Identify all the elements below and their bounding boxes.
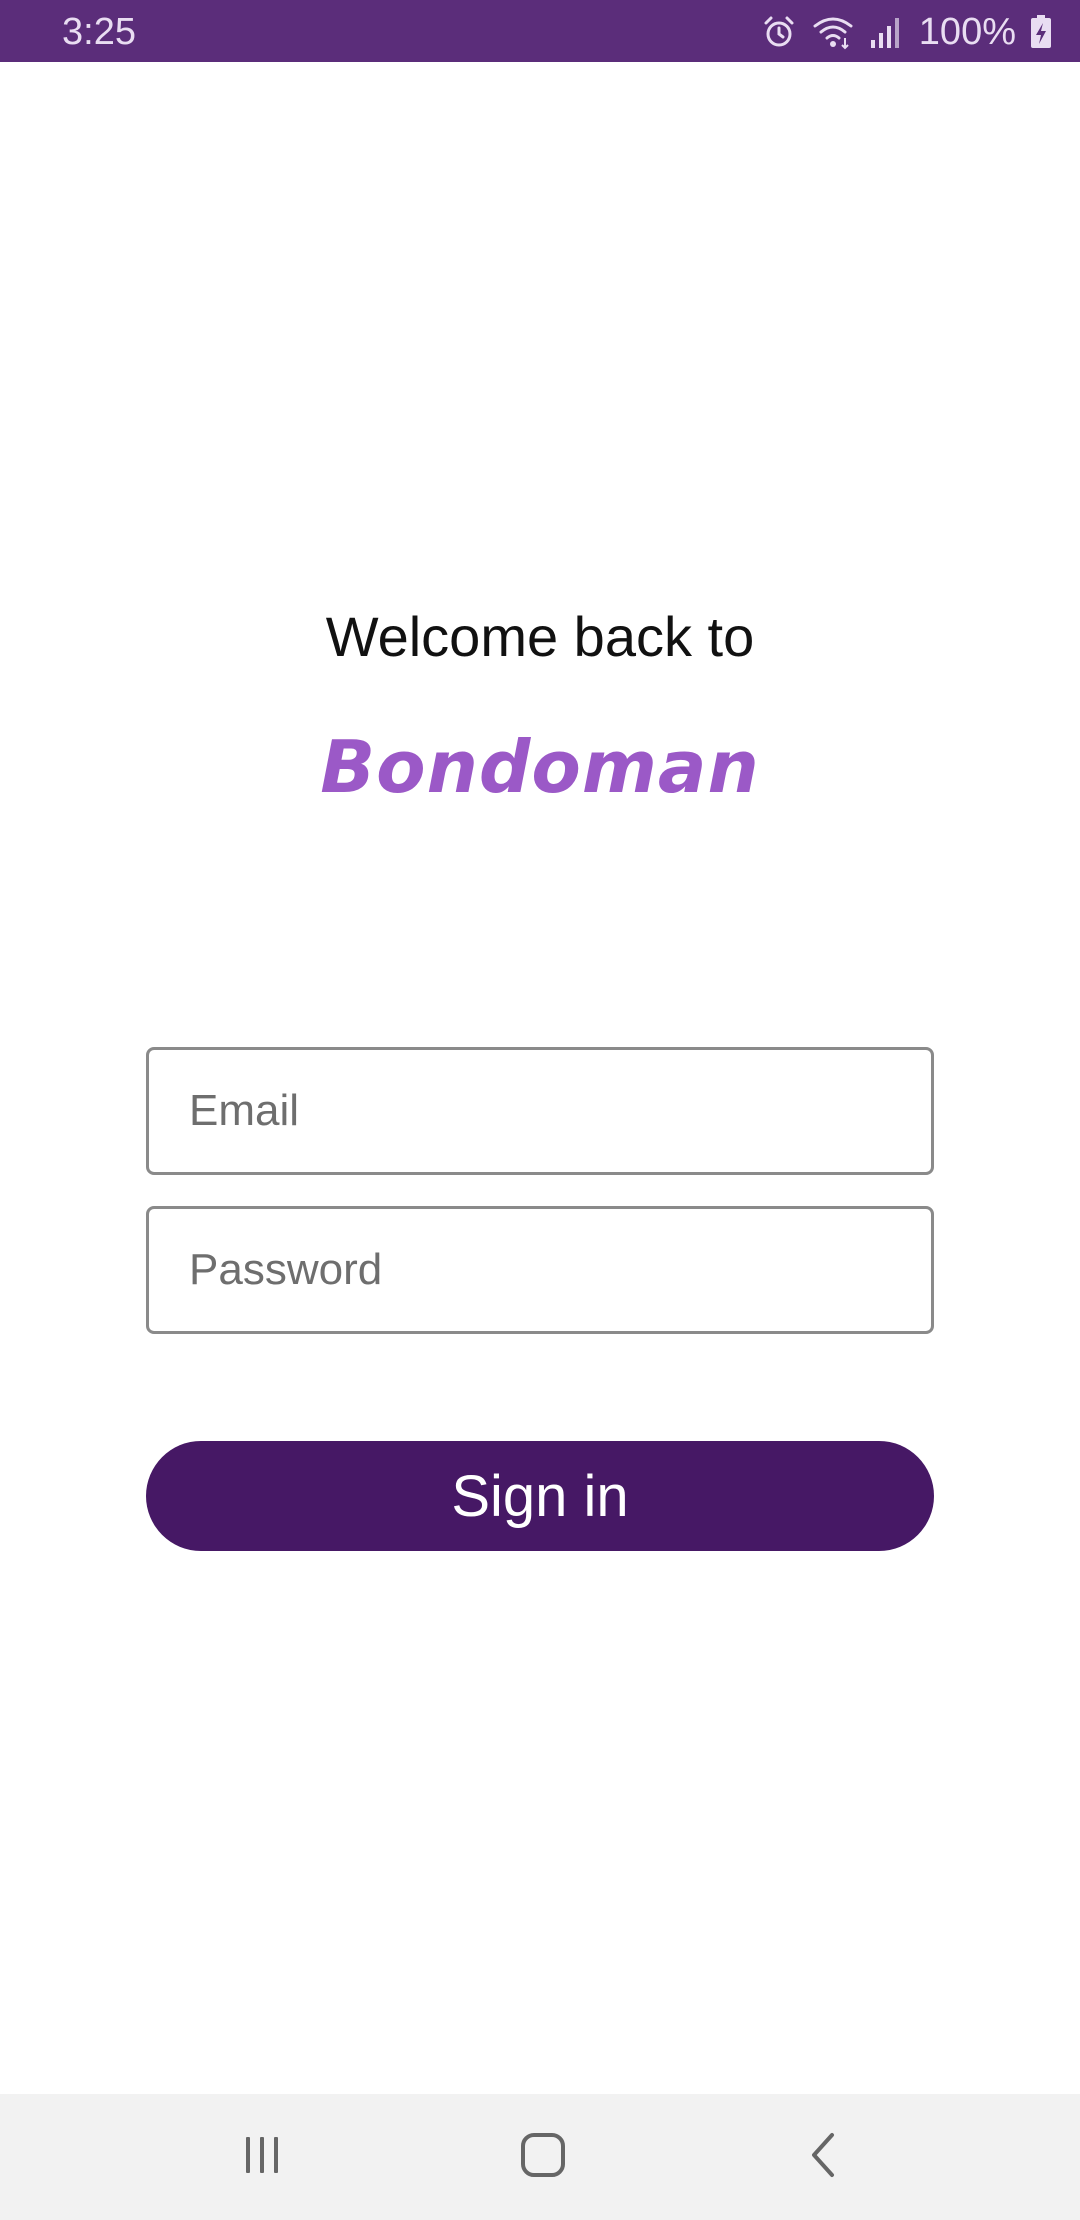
brand-logo: Bondoman [320, 725, 760, 809]
signal-icon [869, 14, 901, 50]
wifi-icon [811, 14, 855, 50]
back-icon [804, 2131, 844, 2184]
status-bar: 3:25 100% [0, 0, 1080, 62]
recents-icon [240, 2133, 284, 2182]
status-icons: 100% [761, 8, 1052, 56]
login-screen: 3:25 100% Welcome back to Bondoman Email… [0, 0, 1080, 2220]
battery-percentage: 100% [918, 11, 1016, 53]
email-field[interactable] [146, 1047, 934, 1175]
status-time: 3:25 [62, 11, 136, 53]
sign-in-button[interactable]: Sign in [146, 1441, 934, 1551]
welcome-title: Welcome back to [325, 605, 755, 668]
home-button[interactable] [483, 2112, 603, 2202]
battery-charging-icon [1030, 14, 1052, 50]
alarm-icon [761, 14, 797, 50]
back-button[interactable] [764, 2112, 884, 2202]
navigation-bar [0, 2094, 1080, 2220]
password-field[interactable] [146, 1206, 934, 1334]
home-icon [519, 2131, 567, 2184]
recents-button[interactable] [202, 2112, 322, 2202]
